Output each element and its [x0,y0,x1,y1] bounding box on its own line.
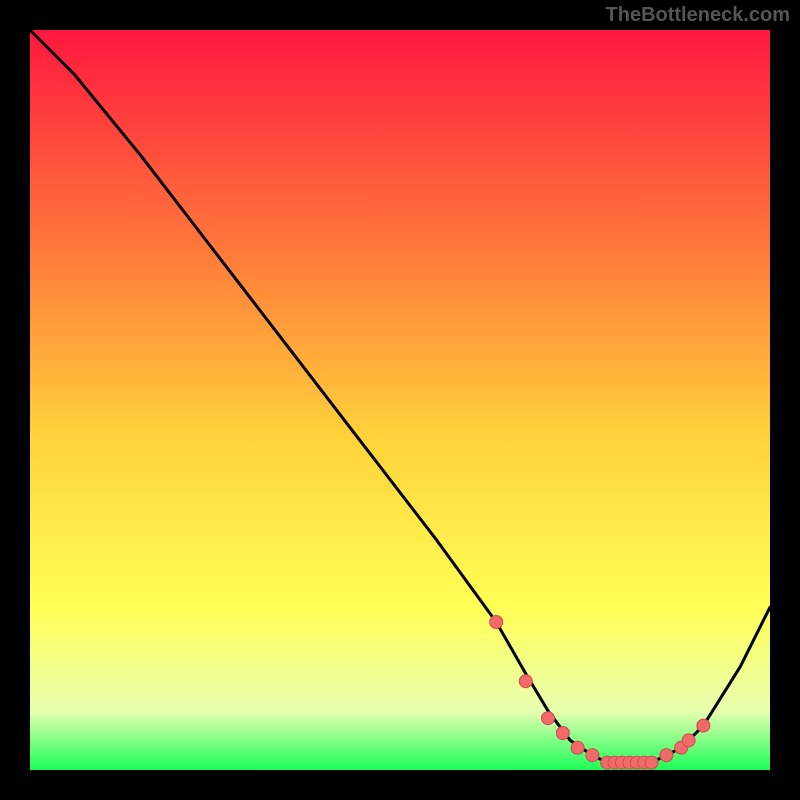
watermark-text: TheBottleneck.com [606,4,790,27]
plot-area [30,30,770,770]
marker-dot [571,741,584,754]
marker-dot [490,616,503,629]
marker-dot [586,749,599,762]
marker-dot [519,675,532,688]
marker-dot [645,756,658,769]
marker-dot [682,734,695,747]
marker-dot [556,727,569,740]
marker-dot [542,712,555,725]
chart-frame: TheBottleneck.com [0,0,800,800]
marker-dot [660,749,673,762]
bottleneck-chart-svg [0,0,800,800]
marker-dot [697,719,710,732]
